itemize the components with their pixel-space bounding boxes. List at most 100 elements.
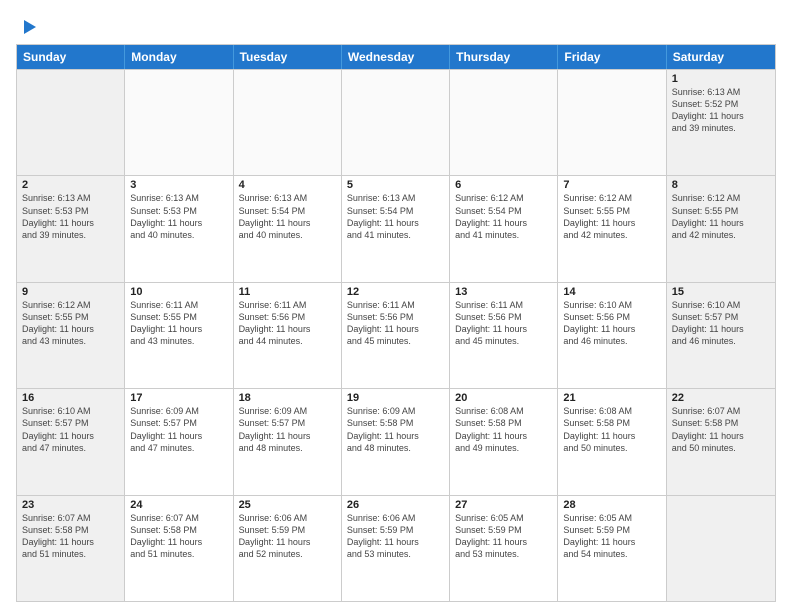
weekday-header: Friday: [558, 45, 666, 69]
day-number: 8: [672, 179, 770, 191]
calendar-cell: [17, 70, 125, 175]
day-info: Sunrise: 6:11 AM Sunset: 5:56 PM Dayligh…: [239, 299, 336, 348]
day-number: 6: [455, 179, 552, 191]
day-info: Sunrise: 6:13 AM Sunset: 5:53 PM Dayligh…: [130, 192, 227, 241]
weekday-header: Tuesday: [234, 45, 342, 69]
day-number: 26: [347, 499, 444, 511]
day-number: 1: [672, 73, 770, 85]
day-number: 22: [672, 392, 770, 404]
calendar-row: 16Sunrise: 6:10 AM Sunset: 5:57 PM Dayli…: [17, 388, 775, 494]
day-number: 27: [455, 499, 552, 511]
calendar-cell: 7Sunrise: 6:12 AM Sunset: 5:55 PM Daylig…: [558, 176, 666, 281]
calendar-grid: SundayMondayTuesdayWednesdayThursdayFrid…: [16, 44, 776, 602]
day-number: 18: [239, 392, 336, 404]
weekday-header: Sunday: [17, 45, 125, 69]
day-number: 9: [22, 286, 119, 298]
day-info: Sunrise: 6:11 AM Sunset: 5:55 PM Dayligh…: [130, 299, 227, 348]
day-info: Sunrise: 6:12 AM Sunset: 5:55 PM Dayligh…: [672, 192, 770, 241]
calendar-cell: 25Sunrise: 6:06 AM Sunset: 5:59 PM Dayli…: [234, 496, 342, 601]
day-info: Sunrise: 6:06 AM Sunset: 5:59 PM Dayligh…: [239, 512, 336, 561]
day-info: Sunrise: 6:07 AM Sunset: 5:58 PM Dayligh…: [22, 512, 119, 561]
calendar-cell: [125, 70, 233, 175]
calendar-cell: 19Sunrise: 6:09 AM Sunset: 5:58 PM Dayli…: [342, 389, 450, 494]
day-number: 7: [563, 179, 660, 191]
calendar-cell: 17Sunrise: 6:09 AM Sunset: 5:57 PM Dayli…: [125, 389, 233, 494]
day-info: Sunrise: 6:08 AM Sunset: 5:58 PM Dayligh…: [563, 405, 660, 454]
day-info: Sunrise: 6:10 AM Sunset: 5:57 PM Dayligh…: [22, 405, 119, 454]
day-number: 16: [22, 392, 119, 404]
day-info: Sunrise: 6:13 AM Sunset: 5:54 PM Dayligh…: [347, 192, 444, 241]
calendar-cell: 28Sunrise: 6:05 AM Sunset: 5:59 PM Dayli…: [558, 496, 666, 601]
calendar-cell: 20Sunrise: 6:08 AM Sunset: 5:58 PM Dayli…: [450, 389, 558, 494]
day-number: 11: [239, 286, 336, 298]
calendar-cell: 4Sunrise: 6:13 AM Sunset: 5:54 PM Daylig…: [234, 176, 342, 281]
calendar-row: 1Sunrise: 6:13 AM Sunset: 5:52 PM Daylig…: [17, 69, 775, 175]
calendar-cell: [342, 70, 450, 175]
calendar-cell: 26Sunrise: 6:06 AM Sunset: 5:59 PM Dayli…: [342, 496, 450, 601]
day-number: 28: [563, 499, 660, 511]
day-number: 5: [347, 179, 444, 191]
day-number: 15: [672, 286, 770, 298]
calendar-cell: 13Sunrise: 6:11 AM Sunset: 5:56 PM Dayli…: [450, 283, 558, 388]
calendar-row: 9Sunrise: 6:12 AM Sunset: 5:55 PM Daylig…: [17, 282, 775, 388]
logo: [16, 16, 40, 38]
day-number: 21: [563, 392, 660, 404]
weekday-header: Wednesday: [342, 45, 450, 69]
weekday-header: Monday: [125, 45, 233, 69]
calendar-cell: 6Sunrise: 6:12 AM Sunset: 5:54 PM Daylig…: [450, 176, 558, 281]
day-info: Sunrise: 6:13 AM Sunset: 5:53 PM Dayligh…: [22, 192, 119, 241]
calendar-cell: 27Sunrise: 6:05 AM Sunset: 5:59 PM Dayli…: [450, 496, 558, 601]
day-info: Sunrise: 6:05 AM Sunset: 5:59 PM Dayligh…: [563, 512, 660, 561]
calendar-cell: 16Sunrise: 6:10 AM Sunset: 5:57 PM Dayli…: [17, 389, 125, 494]
calendar-cell: [234, 70, 342, 175]
calendar-cell: 18Sunrise: 6:09 AM Sunset: 5:57 PM Dayli…: [234, 389, 342, 494]
calendar-cell: 10Sunrise: 6:11 AM Sunset: 5:55 PM Dayli…: [125, 283, 233, 388]
calendar-cell: 23Sunrise: 6:07 AM Sunset: 5:58 PM Dayli…: [17, 496, 125, 601]
day-info: Sunrise: 6:12 AM Sunset: 5:55 PM Dayligh…: [22, 299, 119, 348]
calendar-body: 1Sunrise: 6:13 AM Sunset: 5:52 PM Daylig…: [17, 69, 775, 601]
calendar-cell: 2Sunrise: 6:13 AM Sunset: 5:53 PM Daylig…: [17, 176, 125, 281]
day-number: 20: [455, 392, 552, 404]
day-number: 3: [130, 179, 227, 191]
day-number: 13: [455, 286, 552, 298]
weekday-header: Saturday: [667, 45, 775, 69]
logo-icon: [18, 16, 40, 38]
day-info: Sunrise: 6:09 AM Sunset: 5:57 PM Dayligh…: [130, 405, 227, 454]
calendar-row: 2Sunrise: 6:13 AM Sunset: 5:53 PM Daylig…: [17, 175, 775, 281]
day-info: Sunrise: 6:13 AM Sunset: 5:54 PM Dayligh…: [239, 192, 336, 241]
calendar-cell: 3Sunrise: 6:13 AM Sunset: 5:53 PM Daylig…: [125, 176, 233, 281]
calendar-page: SundayMondayTuesdayWednesdayThursdayFrid…: [0, 0, 792, 612]
calendar-cell: 8Sunrise: 6:12 AM Sunset: 5:55 PM Daylig…: [667, 176, 775, 281]
calendar-cell: 15Sunrise: 6:10 AM Sunset: 5:57 PM Dayli…: [667, 283, 775, 388]
day-info: Sunrise: 6:08 AM Sunset: 5:58 PM Dayligh…: [455, 405, 552, 454]
day-info: Sunrise: 6:07 AM Sunset: 5:58 PM Dayligh…: [130, 512, 227, 561]
calendar-cell: [558, 70, 666, 175]
calendar-header: SundayMondayTuesdayWednesdayThursdayFrid…: [17, 45, 775, 69]
day-info: Sunrise: 6:12 AM Sunset: 5:55 PM Dayligh…: [563, 192, 660, 241]
calendar-cell: 1Sunrise: 6:13 AM Sunset: 5:52 PM Daylig…: [667, 70, 775, 175]
day-number: 23: [22, 499, 119, 511]
day-number: 14: [563, 286, 660, 298]
weekday-header: Thursday: [450, 45, 558, 69]
day-number: 4: [239, 179, 336, 191]
calendar-cell: [667, 496, 775, 601]
day-number: 12: [347, 286, 444, 298]
calendar-cell: 22Sunrise: 6:07 AM Sunset: 5:58 PM Dayli…: [667, 389, 775, 494]
calendar-cell: 24Sunrise: 6:07 AM Sunset: 5:58 PM Dayli…: [125, 496, 233, 601]
day-info: Sunrise: 6:11 AM Sunset: 5:56 PM Dayligh…: [455, 299, 552, 348]
day-number: 2: [22, 179, 119, 191]
calendar-cell: 14Sunrise: 6:10 AM Sunset: 5:56 PM Dayli…: [558, 283, 666, 388]
calendar-cell: 12Sunrise: 6:11 AM Sunset: 5:56 PM Dayli…: [342, 283, 450, 388]
day-info: Sunrise: 6:09 AM Sunset: 5:57 PM Dayligh…: [239, 405, 336, 454]
day-info: Sunrise: 6:10 AM Sunset: 5:57 PM Dayligh…: [672, 299, 770, 348]
calendar-cell: 21Sunrise: 6:08 AM Sunset: 5:58 PM Dayli…: [558, 389, 666, 494]
day-number: 17: [130, 392, 227, 404]
page-header: [16, 12, 776, 38]
day-info: Sunrise: 6:13 AM Sunset: 5:52 PM Dayligh…: [672, 86, 770, 135]
calendar-cell: 5Sunrise: 6:13 AM Sunset: 5:54 PM Daylig…: [342, 176, 450, 281]
calendar-cell: [450, 70, 558, 175]
day-info: Sunrise: 6:11 AM Sunset: 5:56 PM Dayligh…: [347, 299, 444, 348]
day-number: 19: [347, 392, 444, 404]
calendar-cell: 11Sunrise: 6:11 AM Sunset: 5:56 PM Dayli…: [234, 283, 342, 388]
day-info: Sunrise: 6:05 AM Sunset: 5:59 PM Dayligh…: [455, 512, 552, 561]
